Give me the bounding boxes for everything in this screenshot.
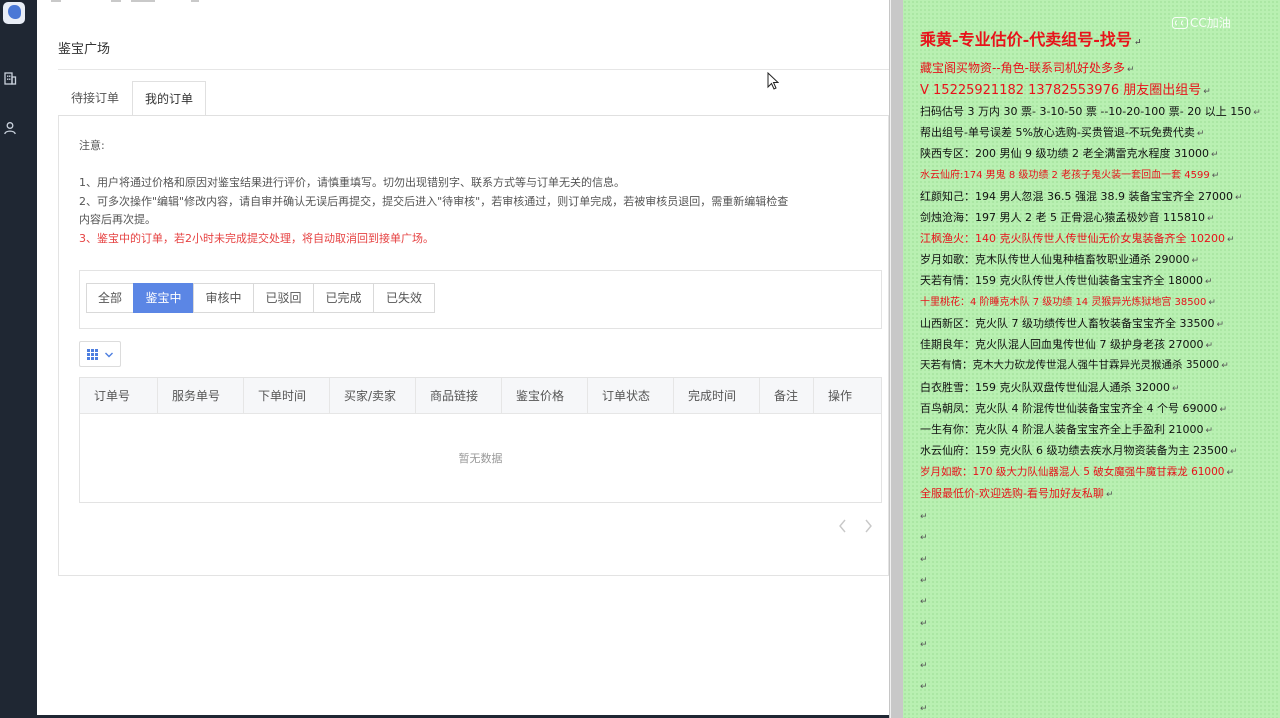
chevron-down-icon — [105, 352, 113, 358]
notepad-line: 剑烛沧海：197 男人 2 老 5 正骨混心猿孟极妙音 115810 ↵ — [920, 211, 1215, 224]
paragraph-mark: ↵ — [920, 703, 928, 714]
chevron-right-icon[interactable] — [862, 518, 874, 534]
column-header[interactable]: 完成时间 — [674, 378, 760, 414]
user-icon[interactable] — [3, 121, 17, 135]
notepad-line: 江枫渔火：140 克火队传世人传世仙无价女鬼装备齐全 10200 ↵ — [920, 232, 1235, 245]
filter-completed-button[interactable]: 已完成 — [313, 283, 374, 313]
paragraph-mark: ↵ — [920, 597, 928, 608]
chevron-left-icon[interactable] — [837, 518, 849, 534]
building-icon[interactable] — [3, 71, 17, 85]
column-header[interactable]: 服务单号 — [158, 378, 244, 414]
notepad-title: 乘黄-专业估价-代卖组号-找号 ↵ — [920, 30, 1142, 49]
notepad-line: 岁月如歌：170 级大力队仙器混人 5 破女魔强牛魔甘霖龙 61000 ↵ — [920, 466, 1235, 478]
column-header[interactable]: 鉴宝价格 — [502, 378, 588, 414]
notepad-line: 陕西专区：200 男仙 9 级功绩 2 老全满雷克水程度 31000 ↵ — [920, 147, 1219, 160]
notepad-line: 天若有情：克木大力砍龙传世混人强牛甘霖异光灵猴通杀 35000 ↵ — [920, 359, 1229, 371]
notepad-line: 天若有情：159 克火队传世人传世仙装备宝宝齐全 18000 ↵ — [920, 274, 1213, 287]
column-header[interactable]: 订单状态 — [588, 378, 674, 414]
mouse-cursor-icon — [767, 72, 779, 90]
notepad-line: 岁月如歌：克木队传世人仙鬼种植畜牧职业通杀 29000 ↵ — [920, 253, 1200, 266]
paragraph-mark: ↵ — [920, 639, 928, 650]
table-header: 订单号 服务单号 下单时间 买家/卖家 商品链接 鉴宝价格 订单状态 完成时间 … — [80, 378, 881, 414]
notepad-line: 一生有你：克火队 4 阶混人装备宝宝齐全上手盈利 21000 ↵ — [920, 423, 1214, 436]
paragraph-mark: ↵ — [920, 554, 928, 565]
notepad-line: 山西新区：克火队 7 级功绩传世人畜牧装备宝宝齐全 33500 ↵ — [920, 317, 1225, 330]
paragraph-mark: ↵ — [920, 512, 928, 522]
paragraph-mark: ↵ — [920, 533, 928, 544]
notepad-line: 白衣胜雪：159 克火队双盘传世仙混人通杀 32000 ↵ — [920, 381, 1180, 394]
notepad-line: 藏宝阁买物资--角色-联系司机好处多多 ↵ — [920, 61, 1135, 75]
vertical-scrollbar[interactable] — [889, 0, 903, 718]
orders-table: 订单号 服务单号 下单时间 买家/卖家 商品链接 鉴宝价格 订单状态 完成时间 … — [79, 377, 882, 503]
watermark: CC加油 — [1172, 14, 1231, 31]
filter-expired-button[interactable]: 已失效 — [373, 283, 435, 313]
filter-reviewing-button[interactable]: 审核中 — [193, 283, 254, 313]
notepad-line: 佳期良年：克火队混人回血鬼传世仙 7 级护身老孩 27000 ↵ — [920, 338, 1214, 351]
logo-icon[interactable] — [3, 2, 25, 24]
notepad-line: 百鸟朝凤：克火队 4 阶混传世仙装备宝宝齐全 4 个号 69000 ↵ — [920, 402, 1228, 415]
paragraph-mark: ↵ — [920, 575, 928, 586]
notice-heading: 注意: — [79, 139, 105, 152]
page-title: 鉴宝广场 — [58, 42, 111, 57]
column-header[interactable]: 商品链接 — [416, 378, 502, 414]
paragraph-mark: ↵ — [920, 618, 928, 629]
notice-item-3: 3、鉴宝中的订单，若2小时未完成提交处理，将自动取消回到接单广场。 — [79, 232, 434, 245]
notepad-line: 帮出组号-单号误差 5%放心选购-买贵管退-不玩免费代卖 ↵ — [920, 126, 1205, 139]
divider — [58, 69, 889, 70]
notepad-line: 全服最低价-欢迎选购-看号加好友私聊 ↵ — [920, 487, 1114, 500]
main-content: 鉴宝广场 待接订单 我的订单 注意: 1、用户将通过价格和原因对鉴宝结果进行评价… — [37, 0, 889, 718]
notepad-line: V 15225921182 13782553976 朋友圈出组号 ↵ — [920, 83, 1211, 98]
column-header[interactable]: 下单时间 — [244, 378, 330, 414]
empty-state-text: 暂无数据 — [458, 452, 503, 465]
notepad-line: 扫码估号 3 万内 30 票- 3-10-50 票 --10-20-100 票-… — [920, 105, 1261, 118]
column-header[interactable]: 操作 — [814, 378, 881, 414]
top-toolbar-fragment — [51, 0, 211, 4]
filter-rejected-button[interactable]: 已驳回 — [253, 283, 314, 313]
notepad-line: 红颜知己：194 男人忽混 36.5 强混 38.9 装备宝宝齐全 27000 ↵ — [920, 190, 1243, 203]
filter-appraising-button[interactable]: 鉴宝中 — [133, 283, 194, 313]
notepad-line: 十里桃花：4 阶睡克木队 7 级功绩 14 灵猴异光炼狱地宫 38500 ↵ — [920, 297, 1216, 308]
notepad-line: 水云仙府：159 克火队 6 级功绩去疾水月物资装备为主 23500 ↵ — [920, 444, 1238, 457]
app-sidebar — [0, 0, 37, 718]
notice-item-2: 2、可多次操作"编辑"修改内容，请自审并确认无误后再提交，提交后进入"待审核"，… — [79, 195, 789, 208]
notepad-line: 水云仙府:174 男鬼 8 级功绩 2 老孩子鬼火装一套回血一套 4599 ↵ — [920, 170, 1220, 181]
notice-item-2-cont: 内容后再次提。 — [79, 213, 156, 226]
column-header[interactable]: 订单号 — [80, 378, 158, 414]
tab-pending-orders[interactable]: 待接订单 — [58, 81, 132, 116]
tab-my-orders[interactable]: 我的订单 — [132, 81, 206, 116]
notice-item-1: 1、用户将通过价格和原因对鉴宝结果进行评价，请慎重填写。切勿出现错别字、联系方式… — [79, 176, 625, 189]
filter-all-button[interactable]: 全部 — [86, 283, 134, 313]
scrollbar-thumb[interactable] — [891, 0, 903, 718]
grid-icon — [87, 349, 98, 360]
paragraph-mark: ↵ — [920, 661, 928, 672]
column-header[interactable]: 买家/卖家 — [330, 378, 416, 414]
cc-logo-icon — [1172, 17, 1188, 29]
paragraph-mark: ↵ — [920, 682, 928, 693]
column-header[interactable]: 备注 — [760, 378, 814, 414]
column-toggle-dropdown[interactable] — [79, 341, 121, 367]
